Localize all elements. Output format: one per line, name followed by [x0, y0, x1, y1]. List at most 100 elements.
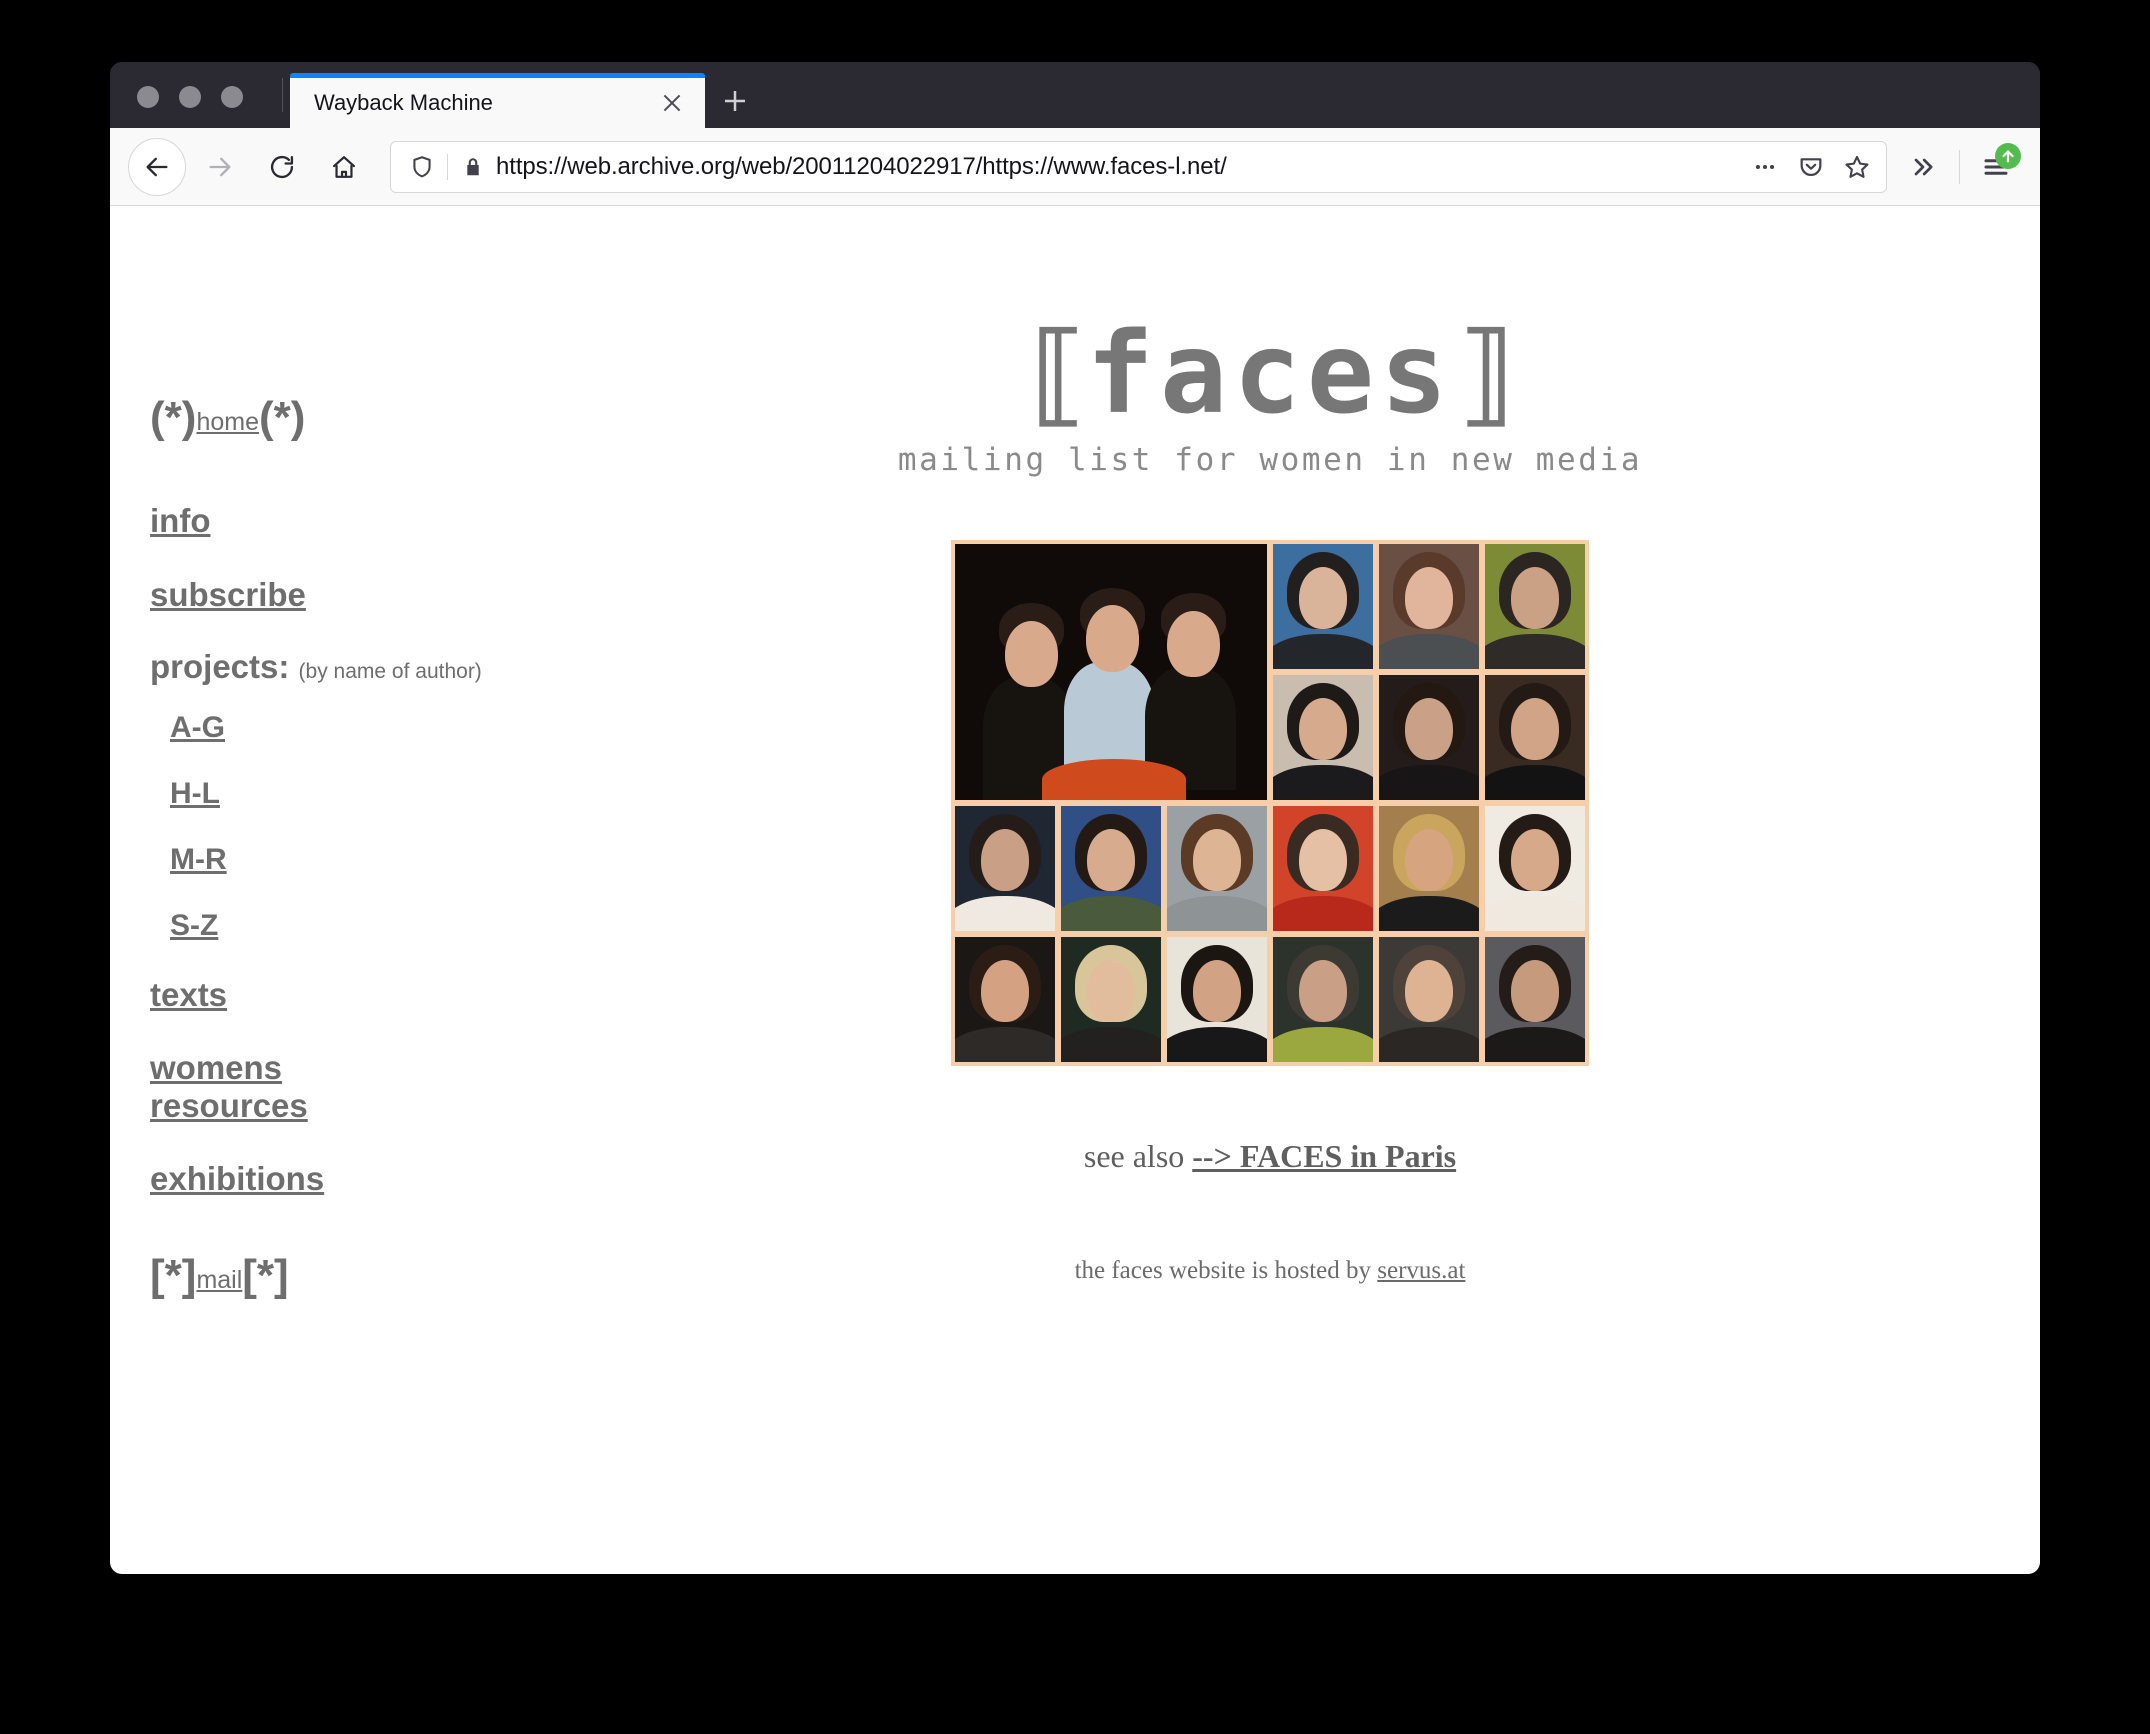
sidebar-item-info-block: info — [150, 502, 510, 540]
site-sidebar: (*)home(*) info subscribe projects: (by … — [150, 396, 510, 1298]
collage-portrait — [955, 937, 1055, 1062]
faces-wordmark: ⟦faces⟧ — [898, 318, 1642, 430]
home-button[interactable] — [316, 139, 372, 195]
identity-divider — [447, 153, 448, 180]
hosting-credit: the faces website is hosted by servus.at — [540, 1257, 2000, 1285]
url-bar-actions — [1744, 146, 1878, 188]
collage-portrait — [1273, 806, 1373, 931]
sidebar-item-womens-resources-block: womens resources — [150, 1049, 510, 1124]
tracking-protection-icon[interactable] — [405, 150, 439, 184]
window-controls — [137, 86, 243, 108]
collage-portrait — [1485, 544, 1585, 669]
sidebar-item-womens-resources-line1[interactable]: womens — [150, 1049, 282, 1087]
sidebar-item-hl-block: H-L — [170, 777, 510, 843]
servus-at-link[interactable]: servus.at — [1377, 1257, 1465, 1284]
sidebar-projects-heading: projects: (by name of author) — [150, 649, 510, 685]
tab-strip: Wayback Machine — [290, 62, 765, 128]
update-available-badge[interactable] — [1995, 142, 2021, 169]
collage-portrait — [1379, 675, 1479, 800]
collage-portrait — [1167, 806, 1267, 931]
browser-window: Wayback Machine https://web.archive.org/… — [110, 62, 2040, 1574]
page-viewport: (*)home(*) info subscribe projects: (by … — [110, 206, 2040, 1574]
collage-portrait — [1485, 675, 1585, 800]
collage-group-photo — [955, 544, 1267, 800]
projects-label: projects: — [150, 648, 290, 686]
collage-portrait — [1485, 937, 1585, 1062]
sidebar-item-mail[interactable]: mail — [196, 1266, 242, 1294]
sidebar-item-h-l[interactable]: H-L — [170, 777, 220, 811]
collage-portrait — [1379, 937, 1479, 1062]
lock-icon — [456, 150, 490, 184]
tab-title: Wayback Machine — [314, 90, 493, 115]
main-content: ⟦faces⟧ mailing list for women in new me… — [540, 206, 2000, 1285]
collage-portrait — [1485, 806, 1585, 931]
maximize-window-button[interactable] — [221, 86, 243, 108]
bookmark-star-icon[interactable] — [1836, 146, 1878, 188]
back-button[interactable] — [128, 137, 186, 196]
collage-portrait — [1273, 937, 1373, 1062]
home-right-decoration: (*) — [258, 393, 306, 442]
faces-in-paris-link[interactable]: --> FACES in Paris — [1192, 1138, 1456, 1174]
sidebar-item-home[interactable]: home — [196, 408, 259, 436]
sidebar-item-exhibitions-block: exhibitions — [150, 1160, 510, 1198]
faces-tagline: mailing list for women in new media — [897, 442, 1643, 478]
reload-button[interactable] — [254, 139, 310, 195]
tab-strip-divider — [282, 78, 283, 112]
sidebar-item-m-r[interactable]: M-R — [170, 843, 227, 877]
collage-portrait — [1061, 806, 1161, 931]
sidebar-item-texts-block: texts — [150, 976, 510, 1014]
page-actions-icon[interactable] — [1744, 146, 1786, 188]
close-tab-icon[interactable] — [657, 88, 687, 118]
sidebar-item-exhibitions[interactable]: exhibitions — [150, 1160, 324, 1198]
home-link-row[interactable]: (*)home(*) — [150, 396, 510, 440]
collage-portrait — [1273, 544, 1373, 669]
sidebar-item-mr-block: M-R — [170, 843, 510, 909]
collage-portrait — [955, 806, 1055, 931]
minimize-window-button[interactable] — [179, 86, 201, 108]
sidebar-item-subscribe[interactable]: subscribe — [150, 576, 306, 614]
close-window-button[interactable] — [137, 86, 159, 108]
sidebar-item-womens-resources-line2[interactable]: resources — [150, 1087, 308, 1125]
mail-left-decoration: [*] — [150, 1251, 197, 1301]
sidebar-item-s-z[interactable]: S-Z — [170, 909, 218, 943]
app-menu-button[interactable] — [1970, 141, 2022, 193]
collage-portrait — [1379, 544, 1479, 669]
home-left-decoration: (*) — [150, 393, 197, 442]
url-text[interactable]: https://web.archive.org/web/200112040229… — [490, 153, 1744, 181]
logo-open-bracket: ⟦ — [1022, 309, 1090, 439]
see-also-line: see also --> FACES in Paris — [540, 1138, 2000, 1175]
sidebar-item-a-g[interactable]: A-G — [170, 711, 225, 745]
sidebar-item-ag-block: A-G — [170, 711, 510, 777]
projects-note: (by name of author) — [298, 660, 482, 684]
toolbar-divider — [1959, 149, 1960, 184]
mail-link-row[interactable]: [*]mail[*] — [150, 1254, 510, 1298]
logo-close-bracket: ⟧ — [1453, 309, 1521, 439]
url-bar[interactable]: https://web.archive.org/web/200112040229… — [390, 140, 1887, 193]
forward-button[interactable] — [192, 139, 248, 195]
new-tab-button[interactable] — [705, 73, 765, 128]
pocket-icon[interactable] — [1790, 146, 1832, 188]
sidebar-item-texts[interactable]: texts — [150, 976, 227, 1014]
hosting-prefix: the faces website is hosted by — [1074, 1257, 1378, 1284]
collage-portrait — [1379, 806, 1479, 931]
sidebar-projects-sublist: A-G H-L M-R S-Z — [170, 711, 510, 976]
collage-portrait — [1061, 937, 1161, 1062]
sidebar-item-sz-block: S-Z — [170, 909, 510, 975]
faces-photo-collage — [951, 540, 1589, 1066]
collage-portrait — [1273, 675, 1373, 800]
see-also-prefix: see also — [1083, 1138, 1193, 1174]
site-identity — [405, 150, 490, 184]
mail-right-decoration: [*] — [242, 1251, 289, 1301]
faces-logo: ⟦faces⟧ mailing list for women in new me… — [898, 318, 1642, 478]
browser-titlebar: Wayback Machine — [110, 62, 2040, 128]
tab-wayback-machine[interactable]: Wayback Machine — [290, 73, 705, 128]
browser-toolbar: https://web.archive.org/web/200112040229… — [110, 128, 2040, 206]
toolbar-right-actions — [1897, 141, 2022, 193]
logo-word: faces — [1086, 309, 1454, 439]
sidebar-nav-list: info subscribe projects: (by name of aut… — [150, 502, 510, 1198]
sidebar-item-subscribe-block: subscribe — [150, 576, 510, 614]
faces-homepage: (*)home(*) info subscribe projects: (by … — [110, 206, 2040, 1574]
sidebar-item-info[interactable]: info — [150, 502, 210, 540]
overflow-chevrons-icon[interactable] — [1897, 141, 1949, 193]
collage-portrait — [1167, 937, 1267, 1062]
